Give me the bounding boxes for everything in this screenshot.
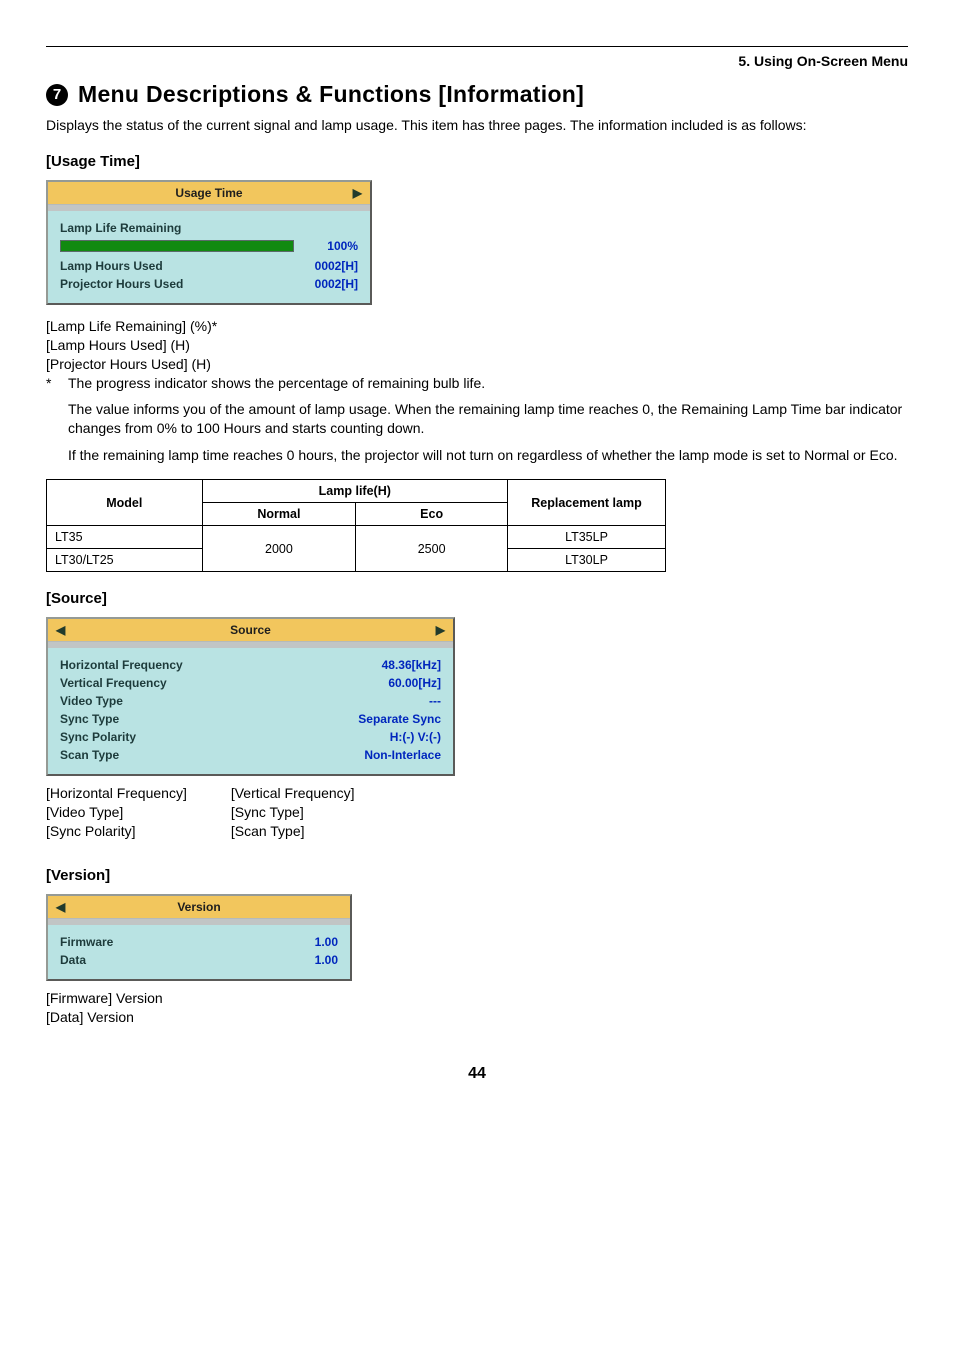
lamp-life-remaining-value: 100% [310,239,358,253]
arrow-left-icon: ◀ [56,623,65,637]
src-value: Separate Sync [119,710,441,728]
lamp-life-progress [60,240,294,252]
note-paragraph: If the remaining lamp time reaches 0 hou… [68,446,908,465]
arrow-right-icon: ▶ [436,623,445,637]
usage-time-osd: Usage Time ▶ Lamp Life Remaining 100% La… [46,180,372,305]
page-number: 44 [46,1065,908,1083]
src-label: Vertical Frequency [60,674,167,692]
src-label: Horizontal Frequency [60,656,183,674]
osd-title-source: Source [230,623,271,637]
legend-item: [Sync Type] [231,803,355,822]
legend-item: [Vertical Frequency] [231,784,355,803]
source-heading: [Source] [46,590,908,607]
lamp-hours-used-value: 0002[H] [163,257,358,275]
src-label: Video Type [60,692,123,710]
section-number-badge: 7 [46,84,68,106]
legend-item: [Sync Polarity] [46,822,187,841]
src-value: 48.36[kHz] [183,656,441,674]
legend-item: [Scan Type] [231,822,355,841]
src-label: Sync Polarity [60,728,136,746]
legend-item: [Horizontal Frequency] [46,784,187,803]
desc-line: [Lamp Life Remaining] (%)* [46,317,908,336]
legend-item: [Video Type] [46,803,187,822]
th-lamp-life: Lamp life(H) [202,480,507,503]
ver-value: 1.00 [86,951,338,969]
ver-value: 1.00 [113,933,338,951]
table-cell: 2500 [356,526,508,572]
lamp-life-remaining-label: Lamp Life Remaining [60,219,181,237]
table-cell: LT35 [47,526,203,549]
th-replacement: Replacement lamp [508,480,666,526]
table-cell: LT30LP [508,549,666,572]
footnote-mark: * [46,374,68,393]
osd-title-usage-time: Usage Time [175,186,242,200]
src-label: Scan Type [60,746,119,764]
footnote-text: The progress indicator shows the percent… [68,374,485,393]
table-cell: LT30/LT25 [47,549,203,572]
th-normal: Normal [202,503,356,526]
desc-line: [Lamp Hours Used] (H) [46,336,908,355]
osd-title-version: Version [177,900,220,914]
table-cell: LT35LP [508,526,666,549]
ver-label: Data [60,951,86,969]
projector-hours-used-value: 0002[H] [183,275,358,293]
table-cell: 2000 [202,526,356,572]
lamp-hours-used-label: Lamp Hours Used [60,257,163,275]
src-value: H:(-) V:(-) [136,728,441,746]
src-value: --- [123,692,441,710]
th-model: Model [47,480,203,526]
section-title: Menu Descriptions & Functions [Informati… [78,81,584,108]
src-value: Non-Interlace [119,746,441,764]
legend-item: [Data] Version [46,1008,908,1027]
version-osd: ◀ Version Firmware1.00 Data1.00 [46,894,352,981]
desc-line: [Projector Hours Used] (H) [46,355,908,374]
src-value: 60.00[Hz] [167,674,441,692]
note-paragraph: The value informs you of the amount of l… [68,400,908,438]
th-eco: Eco [356,503,508,526]
source-osd: ◀ Source ▶ Horizontal Frequency48.36[kHz… [46,617,455,776]
intro-paragraph: Displays the status of the current signa… [46,116,908,135]
version-heading: [Version] [46,867,908,884]
ver-label: Firmware [60,933,113,951]
chapter-label: 5. Using On-Screen Menu [46,53,908,69]
src-label: Sync Type [60,710,119,728]
usage-time-heading: [Usage Time] [46,153,908,170]
lamp-life-table: Model Lamp life(H) Replacement lamp Norm… [46,479,666,572]
arrow-right-icon: ▶ [353,186,362,200]
legend-item: [Firmware] Version [46,989,908,1008]
arrow-left-icon: ◀ [56,900,65,914]
projector-hours-used-label: Projector Hours Used [60,275,183,293]
